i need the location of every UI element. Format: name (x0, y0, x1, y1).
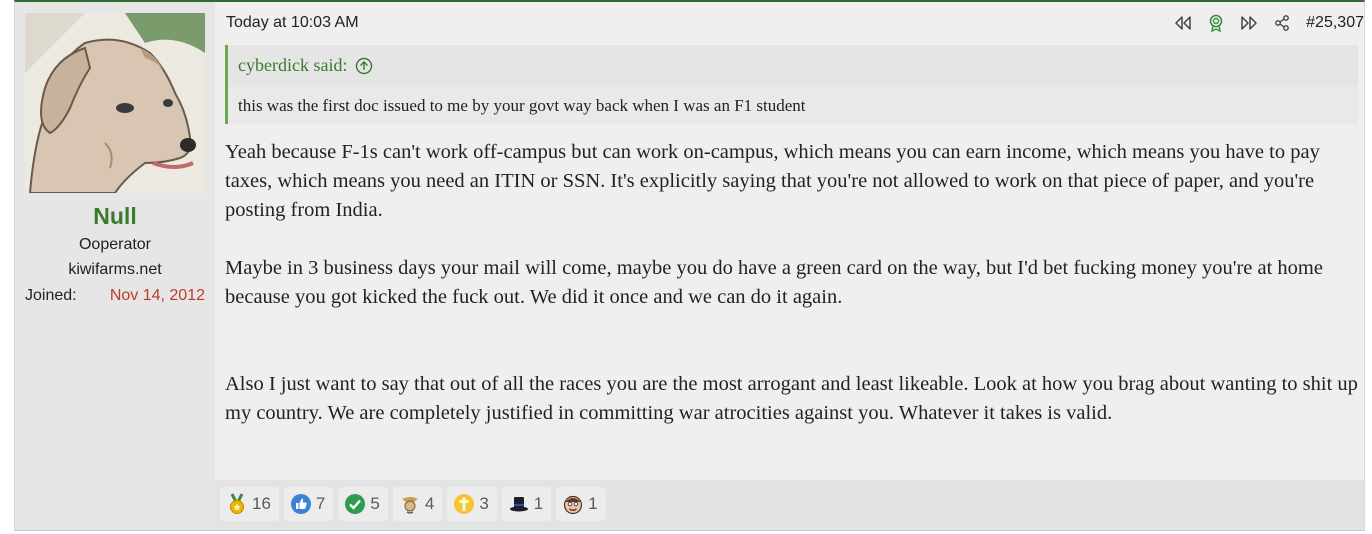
fast-forward-icon[interactable] (1237, 11, 1261, 35)
post-date[interactable]: Today at 10:03 AM (226, 14, 359, 32)
reaction-face[interactable]: 1 (556, 487, 606, 521)
avatar[interactable] (25, 13, 205, 193)
user-title: Ooperator (78, 236, 152, 253)
post-paragraph: Yeah because F-1s can't work off-campus … (225, 141, 1320, 221)
award-icon[interactable] (1204, 11, 1228, 35)
quote-header: cyberdick said: (238, 55, 373, 76)
reaction-count: 5 (370, 494, 380, 513)
post-body: Yeah because F-1s can't work off-campus … (225, 138, 1358, 428)
cross-icon (454, 494, 475, 514)
share-icon[interactable] (1270, 11, 1294, 35)
rewind-icon[interactable] (1171, 11, 1195, 35)
post-number[interactable]: #25,307 (1306, 14, 1364, 32)
dog-avatar-image (25, 13, 205, 193)
post-footer: 16 7 5 4 3 1 1 (215, 480, 1364, 530)
top-hat-icon (509, 497, 528, 512)
quote-block: cyberdick said: this was the first doc i… (225, 45, 1358, 124)
post-actions: #25,307 (1162, 11, 1364, 35)
joined-label: Joined: (25, 287, 77, 304)
reaction-bar: 16 7 5 4 3 1 1 (220, 487, 611, 521)
checkmark-icon (345, 494, 366, 514)
reaction-winner[interactable]: 4 (392, 487, 443, 521)
reaction-agree[interactable]: 5 (338, 487, 388, 521)
reaction-like[interactable]: 7 (283, 487, 334, 521)
reaction-count: 4 (424, 494, 435, 513)
quote-content: this was the first doc issued to me by y… (228, 86, 1358, 124)
reaction-count: 3 (479, 494, 489, 513)
face-icon (564, 495, 583, 515)
user-sidebar: Null Ooperator kiwifarms.net Joined: Nov… (15, 2, 215, 530)
post-paragraph: Maybe in 3 business days your mail will … (225, 257, 1323, 308)
reaction-count: 7 (315, 494, 326, 513)
post-main: Today at 10:03 AM #25,307 cyberdick said… (215, 2, 1364, 530)
reaction-tophat[interactable]: 1 (501, 487, 552, 521)
winner-icon (401, 497, 418, 514)
quote-text: this was the first doc issued to me by y… (238, 96, 806, 115)
reaction-informative[interactable]: 3 (447, 487, 497, 521)
joined-date: Nov 14, 2012 (109, 287, 205, 304)
reaction-count: 1 (588, 494, 598, 513)
reaction-count: 1 (533, 494, 544, 513)
user-banner: kiwifarms.net (68, 261, 162, 278)
arrow-up-circle-icon[interactable] (355, 57, 373, 75)
quote-author[interactable]: cyberdick said: (238, 55, 347, 76)
reaction-medal[interactable]: 16 (220, 487, 279, 521)
medal-icon (230, 493, 244, 514)
post-paragraph: Also I just want to say that out of all … (225, 373, 1358, 424)
thumbs-up-icon (290, 494, 311, 514)
post-container: Null Ooperator kiwifarms.net Joined: Nov… (14, 0, 1365, 531)
username[interactable]: Null (15, 203, 215, 230)
reaction-count: 16 (252, 494, 271, 513)
